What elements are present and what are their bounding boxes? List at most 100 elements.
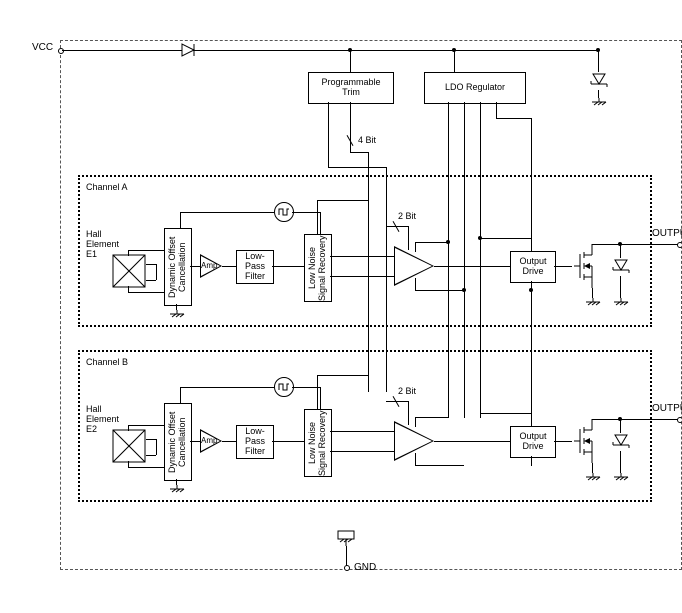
recovery-b-block: Low Noise Signal Recovery [304, 409, 332, 477]
outputb-pin [677, 417, 682, 423]
wire [620, 244, 621, 258]
wire [415, 278, 416, 290]
wire [496, 102, 497, 118]
wire [146, 280, 156, 281]
wire [128, 292, 164, 293]
wire [415, 290, 464, 291]
wire [180, 212, 181, 228]
hall-element-e1 [112, 254, 146, 288]
wire [346, 546, 347, 566]
node [446, 240, 450, 244]
wire [434, 441, 510, 442]
gnd-icon [590, 98, 608, 110]
channel-b-title: Channel B [86, 358, 128, 368]
wire [350, 152, 368, 153]
wire [330, 431, 394, 432]
wire [317, 200, 368, 201]
amp-a-label: Amp [201, 262, 217, 271]
wire [620, 451, 621, 473]
vcc-rail [62, 50, 598, 51]
gnd-icon [168, 485, 186, 497]
wire [330, 256, 394, 257]
bus-2bit-b-label: 2 Bit [398, 387, 416, 397]
wire [180, 212, 274, 213]
wire [190, 266, 200, 267]
wire [328, 102, 329, 167]
wire [598, 90, 599, 98]
wire [146, 439, 156, 440]
wire [350, 50, 351, 72]
wire [415, 417, 416, 427]
wire [592, 244, 678, 245]
bus-4bit-label: 4 Bit [358, 136, 376, 146]
output-zener-a [612, 258, 630, 283]
amp-b-label: Amp [201, 437, 217, 446]
wire [146, 455, 156, 456]
gnd-icon [612, 473, 630, 485]
wire [128, 250, 164, 251]
wire [190, 441, 200, 442]
wire [222, 266, 236, 267]
wire [146, 264, 156, 265]
wire [592, 463, 593, 473]
hall-element-e2 [112, 429, 146, 463]
gnd-icon [334, 530, 358, 546]
gnd-icon [584, 298, 602, 310]
wire [415, 453, 416, 465]
vcc-zener [590, 72, 608, 97]
wire [330, 451, 394, 452]
outputb-label: OUTPUTB [652, 403, 682, 414]
vcc-diode [180, 42, 204, 63]
wire [272, 441, 304, 442]
wire [454, 50, 455, 72]
outputa-pin [677, 242, 682, 248]
wire [531, 238, 532, 251]
wire [620, 419, 621, 433]
wire [496, 118, 531, 119]
wire [320, 212, 321, 234]
gnd-icon [168, 310, 186, 322]
node [462, 288, 466, 292]
wire [531, 413, 532, 426]
gnd-icon [584, 473, 602, 485]
wire [531, 456, 532, 466]
wire [272, 266, 304, 267]
comparator-b [394, 421, 434, 461]
wire [434, 266, 510, 267]
output-drive-b-block: Output Drive [510, 426, 556, 458]
bus-2bit-a-label: 2 Bit [398, 212, 416, 222]
programmable-trim-block: Programmable Trim [308, 72, 394, 104]
wire [620, 276, 621, 298]
wire [415, 242, 448, 243]
vcc-pin [58, 48, 64, 54]
wire [320, 387, 321, 409]
wire [415, 417, 448, 418]
block-diagram: VCC Programmable Trim LDO Regulator 4 Bi… [20, 20, 682, 593]
mosfet-a [572, 244, 600, 293]
wire [156, 264, 157, 280]
lpf-b-block: Low- Pass Filter [236, 425, 274, 459]
clock-a-icon [274, 202, 294, 222]
channel-a-title: Channel A [86, 183, 128, 193]
lpf-a-block: Low- Pass Filter [236, 250, 274, 284]
wire [554, 266, 572, 267]
node [529, 288, 533, 292]
outputa-label: OUTPUTA [652, 228, 682, 239]
wire [317, 200, 318, 234]
wire [415, 242, 416, 252]
wire [554, 441, 572, 442]
recovery-a-block: Low Noise Signal Recovery [304, 234, 332, 302]
doc-b-block: Dynamic Offset Cancellation [164, 403, 192, 481]
wire [156, 439, 157, 455]
ldo-regulator-block: LDO Regulator [424, 72, 526, 104]
wire [317, 375, 368, 376]
doc-a-block: Dynamic Offset Cancellation [164, 228, 192, 306]
output-drive-a-block: Output Drive [510, 251, 556, 283]
wire [592, 288, 593, 298]
comparator-a [394, 246, 434, 286]
wire [222, 441, 236, 442]
wire [180, 387, 274, 388]
wire [480, 238, 531, 239]
gnd-icon [612, 298, 630, 310]
wire [598, 50, 599, 72]
